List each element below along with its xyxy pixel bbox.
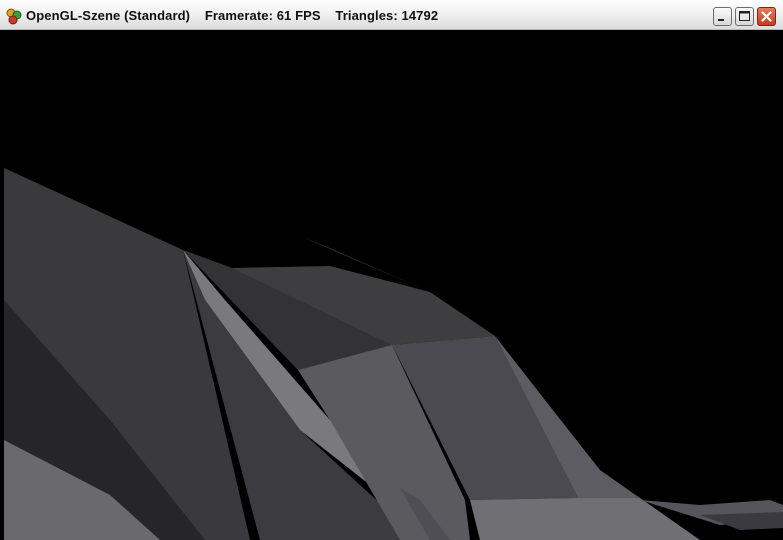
- maximize-icon: [739, 11, 750, 21]
- minimize-icon: [718, 19, 724, 21]
- window-title: OpenGL-Szene (Standard) Framerate: 61 FP…: [26, 8, 449, 23]
- title-bar[interactable]: OpenGL-Szene (Standard) Framerate: 61 FP…: [0, 0, 783, 30]
- opengl-render-viewport[interactable]: [0, 30, 783, 540]
- opengl-app-icon[interactable]: [5, 7, 23, 25]
- title-triangle-count: Triangles: 14792: [335, 8, 439, 23]
- title-scene-name: OpenGL-Szene (Standard): [26, 8, 191, 23]
- close-button[interactable]: [757, 7, 776, 26]
- title-framerate: Framerate: 61 FPS: [204, 8, 321, 23]
- rendered-terrain: [0, 30, 783, 540]
- maximize-button[interactable]: [735, 7, 754, 26]
- close-icon: [761, 11, 772, 22]
- opengl-window: OpenGL-Szene (Standard) Framerate: 61 FP…: [0, 0, 783, 540]
- minimize-button[interactable]: [713, 7, 732, 26]
